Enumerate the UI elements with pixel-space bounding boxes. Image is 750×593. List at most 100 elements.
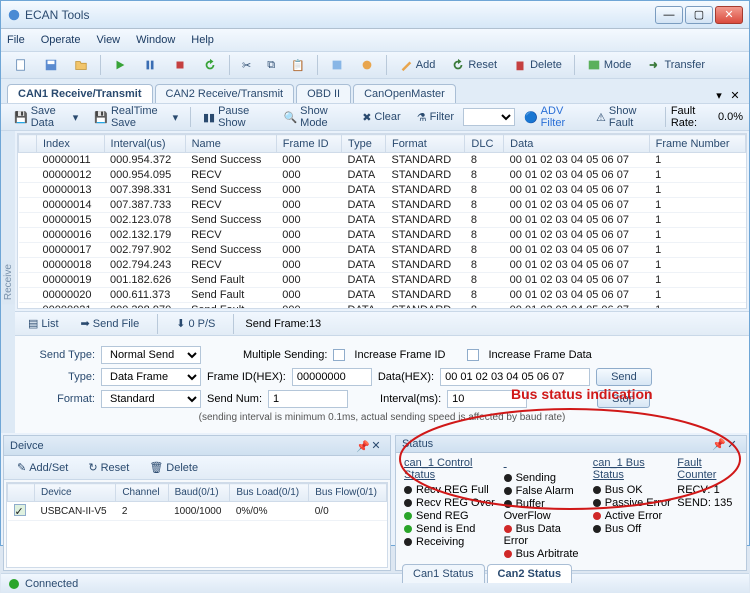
format-label: Format: [25, 393, 95, 405]
dev-col-busflow[interactable]: Bus Flow(0/1) [309, 484, 387, 502]
tab-close-icon[interactable]: ✕ [727, 87, 743, 103]
stop-button[interactable]: Stop [597, 390, 650, 408]
list-button[interactable]: ▤ List [21, 313, 66, 335]
panel-close-icon[interactable]: ✕ [724, 436, 740, 452]
menu-file[interactable]: File [7, 34, 25, 46]
col-framenum[interactable]: Frame Number [649, 135, 745, 153]
stop-icon[interactable] [166, 54, 194, 76]
filter-select[interactable] [463, 108, 515, 126]
interval-input[interactable] [447, 390, 527, 408]
dev-col-busload[interactable]: Bus Load(0/1) [230, 484, 309, 502]
device-delete-button[interactable]: 🗑 Delete [142, 457, 205, 479]
refresh-icon[interactable] [196, 54, 224, 76]
tab-canopen[interactable]: CanOpenMaster [353, 84, 456, 103]
col-type[interactable]: Type [341, 135, 385, 153]
table-row[interactable]: 00000016002.132.179RECV000DATASTANDARD80… [19, 228, 746, 243]
pause-icon[interactable] [136, 54, 164, 76]
device-addset-button[interactable]: ✎ Add/Set [10, 457, 75, 479]
table-row[interactable]: 00000019001.182.626Send Fault000DATASTAN… [19, 273, 746, 288]
transfer-button[interactable]: Transfer [640, 54, 712, 76]
pin-icon[interactable]: 📌 [712, 438, 724, 450]
cut-icon[interactable]: ✂ [235, 54, 258, 76]
tab-can2[interactable]: CAN2 Receive/Transmit [155, 84, 295, 103]
dev-col-device[interactable]: Device [35, 484, 116, 502]
status-tab-can2[interactable]: Can2 Status [487, 564, 573, 583]
tool-icon-2[interactable] [353, 54, 381, 76]
delete-button[interactable]: Delete [506, 54, 569, 76]
control-status-head: can_1 Control Status [404, 457, 498, 481]
row-select-header[interactable] [19, 135, 37, 153]
paste-icon[interactable]: 📋 [284, 54, 312, 76]
table-row[interactable]: 00000020000.611.373Send Fault000DATASTAN… [19, 288, 746, 303]
tab-can1[interactable]: CAN1 Receive/Transmit [7, 84, 153, 103]
col-index[interactable]: Index [37, 135, 105, 153]
col-data[interactable]: Data [504, 135, 649, 153]
show-fault-button[interactable]: ⚠ Show Fault [589, 106, 660, 128]
col-dlc[interactable]: DLC [465, 135, 504, 153]
tab-dropdown-icon[interactable]: ▾ [711, 87, 727, 103]
table-row[interactable]: 00000015002.123.078Send Success000DATAST… [19, 213, 746, 228]
data-grid[interactable]: Index Interval(us) Name Frame ID Type Fo… [17, 133, 747, 309]
table-row[interactable]: 00000012000.954.095RECV000DATASTANDARD80… [19, 168, 746, 183]
transmit-note: (sending interval is minimum 0.1ms, actu… [199, 412, 566, 423]
new-icon[interactable] [7, 54, 35, 76]
add-button[interactable]: Add [392, 54, 443, 76]
pause-show-button[interactable]: ▮▮ Pause Show [196, 106, 274, 128]
device-row[interactable]: ✓ USBCAN-II-V5 2 1000/1000 0%/0% 0/0 [8, 502, 387, 521]
inc-frameid-label: Increase Frame ID [354, 349, 445, 361]
table-row[interactable]: 00000011000.954.372Send Success000DATAST… [19, 153, 746, 168]
device-reset-button[interactable]: ↻ Reset [81, 457, 136, 479]
dev-col-baud[interactable]: Baud(0/1) [168, 484, 230, 502]
open-icon[interactable] [67, 54, 95, 76]
table-row[interactable]: 00000017002.797.902Send Success000DATAST… [19, 243, 746, 258]
inc-framedata-checkbox[interactable] [467, 349, 479, 361]
col-format[interactable]: Format [385, 135, 464, 153]
sendnum-input[interactable] [268, 390, 348, 408]
copy-icon[interactable]: ⧉ [260, 54, 282, 76]
table-row[interactable]: 00000018002.794.243RECV000DATASTANDARD80… [19, 258, 746, 273]
interval-label: Interval(ms): [380, 393, 441, 405]
col-name[interactable]: Name [185, 135, 276, 153]
frameid-input[interactable] [292, 368, 372, 386]
play-icon[interactable] [106, 54, 134, 76]
col-frameid[interactable]: Frame ID [276, 135, 341, 153]
filter-button[interactable]: ⚗ Filter [410, 106, 461, 128]
send-button[interactable]: Send [596, 368, 652, 386]
menu-view[interactable]: View [96, 34, 120, 46]
save-data-button[interactable]: 💾 Save Data ▾ [7, 106, 85, 128]
reset-button[interactable]: Reset [444, 54, 504, 76]
mode-button[interactable]: Mode [580, 54, 639, 76]
table-row[interactable]: 00000021000.398.970Send Fault000DATASTAN… [19, 303, 746, 310]
save-icon[interactable] [37, 54, 65, 76]
dev-col-channel[interactable]: Channel [116, 484, 168, 502]
realtime-save-button[interactable]: 💾 RealTime Save ▾ [87, 106, 185, 128]
send-file-button[interactable]: ➡ Send File [74, 313, 147, 335]
fault-counter-head: Fault Counter [677, 457, 738, 481]
menu-help[interactable]: Help [191, 34, 214, 46]
adv-filter-button[interactable]: 🔵 ADV Filter [517, 106, 587, 128]
inc-frameid-checkbox[interactable] [333, 349, 345, 361]
table-row[interactable]: 00000013007.398.331Send Success000DATAST… [19, 183, 746, 198]
close-button[interactable]: ✕ [715, 6, 743, 24]
tool-icon-1[interactable] [323, 54, 351, 76]
format-combo[interactable]: Standard [101, 390, 201, 408]
table-row[interactable]: 00000014007.387.733RECV000DATASTANDARD80… [19, 198, 746, 213]
sendtype-combo[interactable]: Normal Send [101, 346, 201, 364]
pin-icon[interactable]: 📌 [356, 440, 368, 452]
menu-window[interactable]: Window [136, 34, 175, 46]
type-combo[interactable]: Data Frame [101, 368, 201, 386]
panel-close-icon[interactable]: ✕ [368, 438, 384, 454]
show-mode-button[interactable]: 🔍 Show Mode [276, 106, 353, 128]
sendtype-label: Send Type: [25, 349, 95, 361]
status-tab-can1[interactable]: Can1 Status [402, 564, 485, 583]
maximize-button[interactable]: ▢ [685, 6, 713, 24]
minimize-button[interactable]: — [655, 6, 683, 24]
connected-label: Connected [25, 578, 78, 590]
fault-rate-value: 0.0% [718, 111, 743, 123]
menu-operate[interactable]: Operate [41, 34, 81, 46]
device-row-checkbox[interactable]: ✓ [14, 504, 26, 516]
tab-obd2[interactable]: OBD II [296, 84, 351, 103]
datahex-input[interactable] [440, 368, 590, 386]
clear-button[interactable]: ✖ Clear [355, 106, 408, 128]
col-interval[interactable]: Interval(us) [104, 135, 185, 153]
